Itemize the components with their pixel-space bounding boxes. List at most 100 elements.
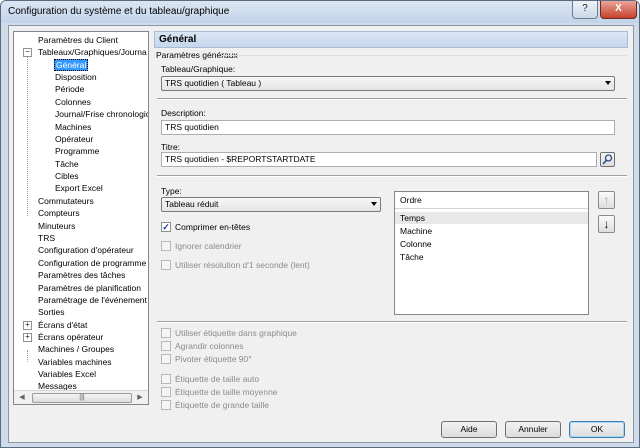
close-icon: X (615, 3, 622, 14)
checkbox-box (161, 241, 171, 251)
scroll-right-icon[interactable]: ▶ (133, 392, 147, 404)
help-button[interactable]: Aide (441, 421, 497, 438)
list-item[interactable]: Machine (395, 225, 588, 237)
tree-item-journal[interactable]: Journal/Frise chronologic (54, 108, 148, 120)
divider (157, 321, 627, 323)
tree-item-general[interactable]: Général (54, 59, 89, 71)
help-title-button[interactable]: ? (572, 1, 598, 19)
move-down-button[interactable]: ↓ (598, 215, 615, 233)
tree-item-operateur[interactable]: Opérateur (54, 133, 94, 145)
tree-item-sorties[interactable]: Sorties (37, 306, 65, 318)
tree-item-config-programme[interactable]: Configuration de programme (37, 257, 147, 269)
tree-item-parametrage-evenement[interactable]: Paramétrage de l'événement (37, 294, 148, 306)
dialog-window: Configuration du système et du tableau/g… (0, 0, 640, 448)
expand-icon[interactable]: + (23, 333, 32, 342)
checkbox-label: Utiliser résolution d'1 seconde (lent) (175, 260, 310, 270)
checkbox-label: Étiquette de grande taille (175, 400, 270, 410)
tree-item-minuteurs[interactable]: Minuteurs (37, 220, 76, 232)
checkbox-label: Comprimer en-têtes (175, 222, 251, 232)
scroll-thumb[interactable]: ||| (32, 393, 132, 403)
tree-guide (27, 49, 28, 216)
tree-item-tache[interactable]: Tâche (54, 158, 80, 170)
description-label: Description: (161, 108, 206, 118)
tree-item-ecrans-etat[interactable]: Écrans d'état (37, 319, 88, 331)
medium-label-size-checkbox[interactable]: Étiquette de taille moyenne (161, 386, 381, 398)
title-label: Titre: (161, 142, 181, 152)
tree-guide (27, 350, 28, 362)
tree-item-tableaux[interactable]: Tableaux/Graphiques/Journa (37, 46, 148, 58)
checkbox-label: Agrandir colonnes (175, 341, 244, 351)
close-button[interactable]: X (600, 1, 637, 19)
section-header: Général (154, 31, 628, 48)
tree-item-variables-excel[interactable]: Variables Excel (37, 368, 97, 380)
tree-item-commutateurs[interactable]: Commutateurs (37, 195, 95, 207)
section-title: Général (159, 34, 197, 45)
tree-item-export-excel[interactable]: Export Excel (54, 182, 104, 194)
large-label-size-checkbox[interactable]: Étiquette de grande taille (161, 399, 381, 411)
use-label-in-chart-checkbox[interactable]: Utiliser étiquette dans graphique (161, 327, 381, 339)
tree-item-parametres-client[interactable]: Paramètres du Client (37, 34, 119, 46)
search-icon (602, 154, 613, 165)
ignore-calendar-checkbox[interactable]: Ignorer calendrier (161, 240, 361, 252)
enlarge-columns-checkbox[interactable]: Agrandir colonnes (161, 340, 381, 352)
type-select[interactable]: Tableau réduit (161, 197, 381, 212)
tree-horizontal-scrollbar[interactable]: ◀ ||| ▶ (14, 390, 148, 404)
window-title: Configuration du système et du tableau/g… (8, 6, 230, 17)
cancel-button[interactable]: Annuler (505, 421, 561, 438)
collapse-icon[interactable]: − (23, 48, 32, 57)
table-graph-value: TRS quotidien ( Tableau ) (165, 78, 262, 88)
type-value: Tableau réduit (165, 199, 219, 209)
list-item[interactable]: Colonne (395, 238, 588, 250)
tree-item-cibles[interactable]: Cibles (54, 170, 80, 182)
tree-item-parametres-taches[interactable]: Paramètres des tâches (37, 269, 126, 281)
ok-button[interactable]: OK (569, 421, 625, 438)
tree-item-config-operateur[interactable]: Configuration d'opérateur (37, 244, 135, 256)
checkbox-box (161, 387, 171, 397)
title-bar[interactable]: Configuration du système et du tableau/g… (1, 1, 639, 23)
checkbox-box (161, 374, 171, 384)
checkbox-label: Étiquette de taille auto (175, 374, 260, 384)
expand-icon[interactable]: + (23, 321, 32, 330)
tree-item-periode[interactable]: Période (54, 83, 85, 95)
title-variable-button[interactable] (600, 152, 615, 167)
move-up-button[interactable]: ↑ (598, 191, 615, 209)
check-mark-icon: ✓ (161, 222, 171, 232)
tree-item-parametres-planification[interactable]: Paramètres de planification (37, 282, 142, 294)
order-list[interactable]: Ordre Temps Machine Colonne Tâche (394, 191, 589, 315)
table-graph-select[interactable]: TRS quotidien ( Tableau ) (161, 76, 615, 91)
tree-item-machines[interactable]: Machines (54, 121, 92, 133)
chevron-down-icon (605, 81, 611, 85)
checkbox-label: Ignorer calendrier (175, 241, 242, 251)
title-input[interactable]: TRS quotidien - $REPORTSTARTDATE (161, 152, 597, 167)
help-icon: ? (582, 3, 588, 14)
checkbox-label: Utiliser étiquette dans graphique (175, 328, 297, 338)
tree-item-trs[interactable]: TRS (37, 232, 56, 244)
description-input[interactable]: TRS quotidien (161, 120, 615, 135)
tree-item-colonnes[interactable]: Colonnes (54, 96, 92, 108)
scroll-left-icon[interactable]: ◀ (15, 392, 29, 404)
checkbox-box (161, 400, 171, 410)
tree-item-ecrans-operateur[interactable]: Écrans opérateur (37, 331, 104, 343)
group-divider (221, 55, 627, 56)
rotate-label-checkbox[interactable]: Pivoter étiquette 90° (161, 353, 381, 365)
tree-item-variables-machines[interactable]: Variables machines (37, 356, 113, 368)
arrow-up-icon: ↑ (603, 193, 610, 207)
auto-label-size-checkbox[interactable]: Étiquette de taille auto (161, 373, 381, 385)
tree-item-compteurs[interactable]: Compteurs (37, 207, 81, 219)
config-tree[interactable]: Paramètres du Client − Tableaux/Graphiqu… (13, 31, 149, 405)
compress-headers-checkbox[interactable]: ✓ Comprimer en-têtes (161, 221, 361, 233)
dialog-client: Paramètres du Client − Tableaux/Graphiqu… (8, 25, 634, 443)
checkbox-label: Étiquette de taille moyenne (175, 387, 278, 397)
tree-item-machines-groupes[interactable]: Machines / Groupes (37, 343, 115, 355)
one-second-resolution-checkbox[interactable]: Utiliser résolution d'1 seconde (lent) (161, 259, 381, 271)
list-item[interactable]: Temps (395, 212, 588, 224)
tree-item-disposition[interactable]: Disposition (54, 71, 98, 83)
divider (157, 98, 627, 100)
tree-item-programme[interactable]: Programme (54, 145, 100, 157)
divider (157, 175, 627, 177)
arrow-down-icon: ↓ (603, 217, 610, 231)
checkbox-box (161, 354, 171, 364)
list-item[interactable]: Tâche (395, 251, 588, 263)
table-graph-label: Tableau/Graphique: (161, 64, 236, 74)
checkbox-box (161, 260, 171, 270)
